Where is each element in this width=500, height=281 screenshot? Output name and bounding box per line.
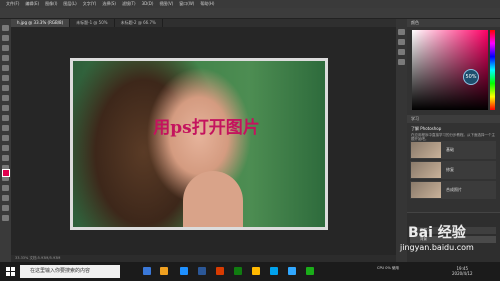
shape-tool-icon[interactable] xyxy=(2,195,9,201)
lesson-label: 修复 xyxy=(446,167,454,172)
menu-item-file[interactable]: 文件(F) xyxy=(6,0,19,8)
quick-select-tool-icon[interactable] xyxy=(2,55,9,61)
menu-item-3d[interactable]: 3D(D) xyxy=(142,0,154,8)
powerpoint-icon[interactable] xyxy=(234,267,242,275)
lesson-label: 基础 xyxy=(446,147,454,152)
photoshop-icon[interactable] xyxy=(306,267,314,275)
menu-bar: 文件(F) 编辑(E) 图像(I) 图层(L) 文字(Y) 选择(S) 滤镜(T… xyxy=(0,0,500,8)
ie-browser-icon[interactable] xyxy=(198,267,206,275)
learn-description: 在应用程序中直接学习的分步教程。从下面选择一个主题开始吧。 xyxy=(411,133,495,141)
learn-panel-header[interactable]: 学习 xyxy=(407,115,500,123)
menu-item-select[interactable]: 选择(S) xyxy=(102,0,116,8)
crop-tool-icon[interactable] xyxy=(2,65,9,71)
lesson-thumbnail xyxy=(411,162,441,178)
options-bar xyxy=(0,8,500,19)
taskbar-search-placeholder: 在这里输入你要搜索的内容 xyxy=(30,268,91,274)
dodge-tool-icon[interactable] xyxy=(2,155,9,161)
lesson-thumbnail xyxy=(411,142,441,158)
tutorial-caption: 用ps打开图片 xyxy=(153,118,260,138)
menu-item-filter[interactable]: 滤镜(T) xyxy=(122,0,136,8)
move-tool-icon[interactable] xyxy=(2,25,9,31)
watermark-url: jingyan.baidu.com xyxy=(400,243,474,252)
tab-document-3[interactable]: 未标题-2 @ 66.7% xyxy=(115,19,163,27)
gradient-tool-icon[interactable] xyxy=(2,135,9,141)
history-panel-icon[interactable] xyxy=(398,29,405,35)
file-explorer-icon[interactable] xyxy=(180,267,188,275)
folder-icon[interactable] xyxy=(270,267,278,275)
clone-stamp-tool-icon[interactable] xyxy=(2,105,9,111)
brush-tool-icon[interactable] xyxy=(2,95,9,101)
document-canvas[interactable]: 用ps打开图片 xyxy=(70,58,328,230)
hue-slider[interactable] xyxy=(490,30,495,110)
taskbar-clock[interactable]: 19:45 2020/4/12 xyxy=(452,266,473,276)
task-view-icon[interactable] xyxy=(143,267,151,275)
menu-item-edit[interactable]: 编辑(E) xyxy=(25,0,39,8)
lesson-thumbnail xyxy=(411,182,441,198)
blur-tool-icon[interactable] xyxy=(2,145,9,151)
lesson-label: 合成照片 xyxy=(446,187,462,192)
menu-item-layer[interactable]: 图层(L) xyxy=(63,0,76,8)
color-panel-header[interactable]: 颜色 xyxy=(407,19,500,27)
qq-browser-icon[interactable] xyxy=(288,267,296,275)
zoom-tool-icon[interactable] xyxy=(2,215,9,221)
hand-tool-icon[interactable] xyxy=(2,205,9,211)
system-tray-text: CPU 0% 使用 xyxy=(377,266,399,270)
document-tabs: h.jpg @ 33.3% (RGB/8) 未标题-1 @ 50% 未标题-2 … xyxy=(11,19,396,27)
eyedropper-tool-icon[interactable] xyxy=(2,75,9,81)
eraser-tool-icon[interactable] xyxy=(2,125,9,131)
zoom-badge: 50% xyxy=(463,69,479,85)
healing-brush-tool-icon[interactable] xyxy=(2,85,9,91)
lesson-card-repair[interactable]: 修复 xyxy=(410,161,496,179)
tab-document-2[interactable]: 未标题-1 @ 50% xyxy=(70,19,115,27)
wechat-icon[interactable] xyxy=(324,267,332,275)
windows-taskbar: 在这里输入你要搜索的内容 CPU 0% 使用 19:45 2020/4/12 xyxy=(0,262,500,281)
clock-date: 2020/4/12 xyxy=(452,271,473,276)
status-text: 33.33% 文档:5.93M/5.93M xyxy=(15,256,61,260)
collapsed-panel-strip xyxy=(396,19,407,262)
learn-panel-title: 学习 xyxy=(411,116,419,121)
taskbar-search-input[interactable]: 在这里输入你要搜索的内容 xyxy=(20,265,120,278)
menu-item-type[interactable]: 文字(Y) xyxy=(83,0,97,8)
baidu-jingyan-logo: Bai 经验 xyxy=(408,225,466,241)
learn-heading: 了解 Photoshop xyxy=(411,126,442,131)
tools-panel xyxy=(0,19,11,262)
lasso-tool-icon[interactable] xyxy=(2,45,9,51)
menu-item-help[interactable]: 帮助(H) xyxy=(200,0,214,8)
edge-browser-icon[interactable] xyxy=(160,267,168,275)
word-icon[interactable] xyxy=(216,267,224,275)
excel-icon[interactable] xyxy=(252,267,260,275)
color-panel-title: 颜色 xyxy=(411,20,419,25)
portrait-photo: 用ps打开图片 xyxy=(73,61,325,227)
photo-subject xyxy=(183,171,243,227)
lesson-card-compose[interactable]: 合成照片 xyxy=(410,181,496,199)
paragraph-panel-icon[interactable] xyxy=(398,59,405,65)
windows-start-icon[interactable] xyxy=(6,267,15,276)
status-bar: 33.33% 文档:5.93M/5.93M xyxy=(11,255,396,262)
foreground-color-swatch[interactable] xyxy=(2,169,10,177)
menu-item-window[interactable]: 窗口(W) xyxy=(179,0,194,8)
color-picker-field[interactable] xyxy=(412,30,488,110)
marquee-tool-icon[interactable] xyxy=(2,35,9,41)
adjustments-panel-icon[interactable] xyxy=(398,49,405,55)
path-select-tool-icon[interactable] xyxy=(2,185,9,191)
menu-item-image[interactable]: 图像(I) xyxy=(45,0,57,8)
lesson-card-basics[interactable]: 基础 xyxy=(410,141,496,159)
properties-panel-icon[interactable] xyxy=(398,39,405,45)
tab-document-1[interactable]: h.jpg @ 33.3% (RGB/8) xyxy=(11,19,71,27)
menu-item-view[interactable]: 视图(V) xyxy=(159,0,173,8)
history-brush-tool-icon[interactable] xyxy=(2,115,9,121)
